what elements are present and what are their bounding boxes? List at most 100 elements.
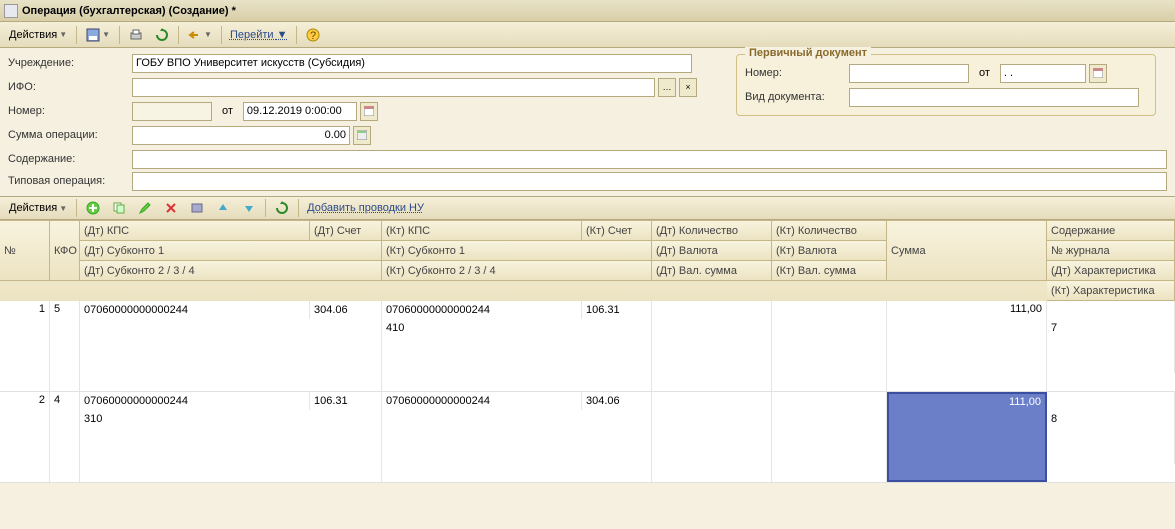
content-input[interactable] bbox=[132, 150, 1167, 169]
institution-input[interactable] bbox=[132, 54, 692, 73]
pd-date-input[interactable] bbox=[1000, 64, 1086, 83]
col-kt-char[interactable]: (Кт) Характеристика bbox=[1047, 281, 1175, 301]
ifo-input[interactable] bbox=[132, 78, 655, 97]
date-input[interactable] bbox=[243, 102, 357, 121]
col-dt-sub1[interactable]: (Дт) Субконто 1 bbox=[80, 241, 382, 261]
grid-actions-menu[interactable]: Действия▼ bbox=[4, 198, 72, 218]
print-icon-button[interactable] bbox=[124, 25, 148, 45]
col-kt-cur[interactable]: (Кт) Валюта bbox=[772, 241, 887, 261]
cell-kt-sub1[interactable] bbox=[382, 410, 652, 428]
cell-dt-sub3[interactable] bbox=[80, 355, 382, 373]
cell-desc[interactable] bbox=[1047, 392, 1175, 410]
move-up-button[interactable] bbox=[211, 198, 235, 218]
col-dt-qty[interactable]: (Дт) Количество bbox=[652, 221, 772, 241]
cell-dt-acct[interactable]: 106.31 bbox=[310, 392, 382, 410]
table-row[interactable]: 2407060000000000244106.31310070600000000… bbox=[0, 392, 1175, 483]
cell-journal[interactable]: 8 bbox=[1047, 410, 1175, 428]
col-kfo[interactable]: КФО bbox=[50, 221, 80, 281]
cell-no[interactable]: 1 bbox=[0, 301, 50, 391]
cell-kt-sub3[interactable] bbox=[382, 355, 652, 373]
save-icon-button[interactable]: ▼ bbox=[81, 25, 115, 45]
col-dt-cur[interactable]: (Дт) Валюта bbox=[652, 241, 772, 261]
table-row[interactable]: 1507060000000000244304.06070600000000002… bbox=[0, 301, 1175, 392]
cell-dt-sub2[interactable] bbox=[80, 337, 382, 355]
col-kt-cursum[interactable]: (Кт) Вал. сумма bbox=[772, 261, 887, 281]
cell-kt-qty[interactable] bbox=[772, 301, 887, 391]
add-row-button[interactable] bbox=[81, 198, 105, 218]
cell-kfo[interactable]: 4 bbox=[50, 392, 80, 482]
copy-row-button[interactable] bbox=[107, 198, 131, 218]
cell-dt-char[interactable] bbox=[1047, 428, 1175, 446]
cell-dt-qty[interactable] bbox=[652, 392, 772, 482]
move-down-button[interactable] bbox=[237, 198, 261, 218]
col-kt-qty[interactable]: (Кт) Количество bbox=[772, 221, 887, 241]
col-no[interactable]: № bbox=[0, 221, 50, 281]
col-kt-kps[interactable]: (Кт) КПС bbox=[382, 221, 582, 241]
fill-button[interactable] bbox=[185, 198, 209, 218]
cell-kt-sub2[interactable] bbox=[382, 337, 652, 355]
col-dt-kps[interactable]: (Дт) КПС bbox=[80, 221, 310, 241]
cell-sum[interactable]: 111,00 bbox=[887, 301, 1047, 391]
col-kt-sub1[interactable]: (Кт) Субконто 1 bbox=[382, 241, 652, 261]
sum-input[interactable] bbox=[132, 126, 350, 145]
cell-kt-sub2[interactable] bbox=[382, 428, 652, 446]
cell-kt-qty[interactable] bbox=[772, 392, 887, 482]
cell-dt-sub4[interactable] bbox=[80, 464, 382, 482]
pd-number-input[interactable] bbox=[849, 64, 969, 83]
cell-dt-kps[interactable]: 07060000000000244 bbox=[80, 392, 310, 410]
cell-kt-sub3[interactable] bbox=[382, 446, 652, 464]
cell-dt-qty[interactable] bbox=[652, 301, 772, 391]
ifo-clear-button[interactable]: × bbox=[679, 78, 697, 97]
cell-kt-char[interactable] bbox=[1047, 446, 1175, 464]
pd-date-picker-button[interactable] bbox=[1089, 64, 1107, 83]
cell-kt-acct[interactable]: 106.31 bbox=[582, 301, 652, 319]
sum-calc-button[interactable] bbox=[353, 126, 371, 145]
cell-dt-kps[interactable]: 07060000000000244 bbox=[80, 301, 310, 319]
ifo-select-button[interactable]: … bbox=[658, 78, 676, 97]
cell-kt-acct[interactable]: 304.06 bbox=[582, 392, 652, 410]
cell-kt-char[interactable] bbox=[1047, 355, 1175, 373]
col-kt-sub234[interactable]: (Кт) Субконто 2 / 3 / 4 bbox=[382, 261, 652, 281]
col-desc[interactable]: Содержание bbox=[1047, 221, 1175, 241]
edit-row-button[interactable] bbox=[133, 198, 157, 218]
cell-kt-sub4[interactable] bbox=[382, 373, 652, 391]
pd-from-label: от bbox=[979, 67, 990, 79]
typical-input[interactable] bbox=[132, 172, 1167, 191]
cell-desc[interactable] bbox=[1047, 301, 1175, 319]
cell-sum[interactable]: 111,00 bbox=[887, 392, 1047, 482]
link-icon-button[interactable]: ▼ bbox=[183, 25, 217, 45]
cell-dt-sub1[interactable] bbox=[80, 319, 382, 337]
main-toolbar: Действия▼ ▼ ▼ Перейти ▼ ? bbox=[0, 22, 1175, 48]
col-dt-sub234[interactable]: (Дт) Субконто 2 / 3 / 4 bbox=[80, 261, 382, 281]
col-dt-cursum[interactable]: (Дт) Вал. сумма bbox=[652, 261, 772, 281]
sum-label: Сумма операции: bbox=[8, 129, 128, 141]
refresh-grid-button[interactable] bbox=[270, 198, 294, 218]
cell-dt-sub2[interactable] bbox=[80, 428, 382, 446]
col-journal[interactable]: № журнала bbox=[1047, 241, 1175, 261]
cell-no[interactable]: 2 bbox=[0, 392, 50, 482]
cell-kt-kps[interactable]: 07060000000000244 bbox=[382, 301, 582, 319]
cell-journal[interactable]: 7 bbox=[1047, 319, 1175, 337]
add-nu-entries-button[interactable]: Добавить проводки НУ bbox=[303, 200, 428, 216]
goto-menu[interactable]: Перейти ▼ bbox=[226, 27, 292, 43]
refresh-icon-button[interactable] bbox=[150, 25, 174, 45]
col-dt-char[interactable]: (Дт) Характеристика bbox=[1047, 261, 1175, 281]
cell-kfo[interactable]: 5 bbox=[50, 301, 80, 391]
date-picker-button[interactable] bbox=[360, 102, 378, 121]
cell-kt-kps[interactable]: 07060000000000244 bbox=[382, 392, 582, 410]
number-input[interactable] bbox=[132, 102, 212, 121]
cell-dt-sub1[interactable]: 310 bbox=[80, 410, 382, 428]
cell-kt-sub1[interactable]: 410 bbox=[382, 319, 652, 337]
help-icon-button[interactable]: ? bbox=[301, 25, 325, 45]
delete-row-button[interactable] bbox=[159, 198, 183, 218]
col-dt-acct[interactable]: (Дт) Счет bbox=[310, 221, 382, 241]
cell-dt-char[interactable] bbox=[1047, 337, 1175, 355]
cell-dt-sub3[interactable] bbox=[80, 446, 382, 464]
cell-dt-acct[interactable]: 304.06 bbox=[310, 301, 382, 319]
actions-menu[interactable]: Действия▼ bbox=[4, 25, 72, 45]
cell-kt-sub4[interactable] bbox=[382, 464, 652, 482]
cell-dt-sub4[interactable] bbox=[80, 373, 382, 391]
col-kt-acct[interactable]: (Кт) Счет bbox=[582, 221, 652, 241]
col-sum[interactable]: Сумма bbox=[887, 221, 1047, 281]
pd-type-input[interactable] bbox=[849, 88, 1139, 107]
